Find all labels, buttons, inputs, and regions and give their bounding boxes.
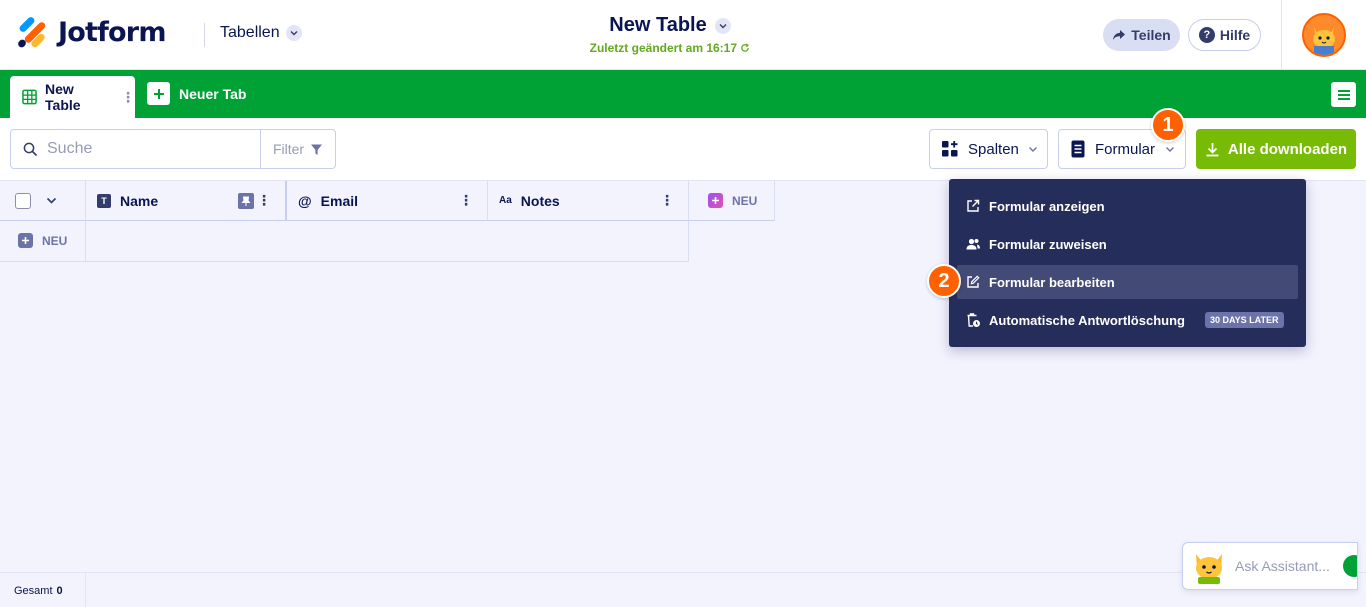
assistant-avatar-icon xyxy=(1196,554,1222,584)
long-text-type-icon: Aa xyxy=(499,195,512,206)
row-total: Gesamt 0 xyxy=(0,573,86,607)
select-all-checkbox[interactable] xyxy=(15,192,31,209)
assistant-toggle-icon[interactable] xyxy=(1343,555,1357,577)
columns-button[interactable]: Spalten xyxy=(929,129,1048,169)
ask-assistant-widget[interactable]: Ask Assistant... xyxy=(1182,542,1358,590)
trash-clock-icon xyxy=(967,313,980,327)
column-header-email[interactable]: @ Email ⋮ xyxy=(287,181,488,221)
header-divider xyxy=(204,23,205,47)
product-switcher[interactable]: Tabellen xyxy=(220,24,302,42)
columns-icon xyxy=(942,141,958,157)
select-all-header xyxy=(0,181,86,221)
column-label: Email xyxy=(320,192,359,209)
step-marker-1: 1 xyxy=(1151,108,1185,142)
last-saved-status: Zuletzt geändert am 16:17 xyxy=(520,41,820,55)
menu-item-auto-deletion[interactable]: Automatische Antwortlöschung 30 DAYS LAT… xyxy=(957,303,1298,337)
total-value: 0 xyxy=(56,584,63,597)
email-type-icon: @ xyxy=(298,192,312,209)
column-menu-icon[interactable]: ⋮ xyxy=(660,193,674,207)
column-header-name[interactable]: T Name ⋮ xyxy=(86,181,287,221)
question-icon: ? xyxy=(1198,27,1215,43)
add-row-label: NEU xyxy=(42,233,68,248)
product-switcher-label: Tabellen xyxy=(220,24,280,41)
brand-name: Jotform xyxy=(58,16,166,48)
text-type-icon: T xyxy=(97,193,111,208)
hamburger-menu-icon[interactable] xyxy=(1331,82,1356,107)
share-arrow-icon xyxy=(1113,30,1126,40)
app-header: Jotform Tabellen New Table Zuletzt geänd… xyxy=(0,0,1366,70)
refresh-icon xyxy=(741,43,750,52)
download-icon xyxy=(1206,142,1219,156)
table-grid-icon xyxy=(22,89,37,105)
form-icon xyxy=(1071,140,1085,158)
add-row-button[interactable]: NEU xyxy=(0,221,86,262)
plus-icon xyxy=(147,82,170,105)
assistant-placeholder: Ask Assistant... xyxy=(1235,558,1330,574)
tab-more-icon[interactable]: ⋮ xyxy=(121,90,135,104)
table-title-area: New Table Zuletzt geändert am 16:17 xyxy=(520,14,820,55)
jotform-logo-icon xyxy=(16,15,48,49)
column-header-notes[interactable]: Aa Notes ⋮ xyxy=(488,181,689,221)
step-marker-2: 2 xyxy=(927,264,961,298)
plus-icon xyxy=(708,193,723,208)
column-menu-icon[interactable]: ⋮ xyxy=(257,193,271,207)
column-label: Name xyxy=(120,192,159,209)
download-all-button[interactable]: Alle downloaden xyxy=(1196,129,1356,169)
jotform-logo[interactable]: Jotform xyxy=(16,15,166,49)
chevron-down-icon xyxy=(285,25,302,41)
column-menu-icon[interactable]: ⋮ xyxy=(459,193,473,207)
header-divider-right xyxy=(1281,0,1282,70)
user-avatar[interactable] xyxy=(1302,13,1346,57)
search-icon xyxy=(23,142,38,157)
add-tab-button[interactable]: Neuer Tab xyxy=(147,82,246,105)
add-column-label: NEU xyxy=(732,193,758,208)
total-label: Gesamt xyxy=(14,584,53,597)
chevron-down-icon[interactable] xyxy=(46,197,57,204)
menu-item-assign-form[interactable]: Formular zuweisen xyxy=(957,227,1298,261)
edit-icon xyxy=(967,275,980,288)
form-dropdown-menu: Formular anzeigen Formular zuweisen Form… xyxy=(949,179,1306,347)
filter-icon xyxy=(311,144,323,155)
search-input[interactable] xyxy=(47,140,247,158)
search-box: Filter xyxy=(10,129,336,169)
external-link-icon xyxy=(967,199,980,212)
filter-button[interactable]: Filter xyxy=(260,130,335,168)
pin-icon[interactable] xyxy=(238,193,254,209)
status-footer: Gesamt 0 xyxy=(0,572,1366,607)
retention-badge: 30 DAYS LATER xyxy=(1204,312,1284,328)
chevron-down-icon xyxy=(1028,146,1037,152)
assign-users-icon xyxy=(966,238,980,250)
menu-item-view-form[interactable]: Formular anzeigen xyxy=(957,189,1298,223)
help-button[interactable]: ? Hilfe xyxy=(1188,19,1261,51)
share-button[interactable]: Teilen xyxy=(1103,19,1180,51)
column-label: Notes xyxy=(520,192,560,209)
title-chevron-down-icon[interactable] xyxy=(714,17,731,34)
chevron-down-icon xyxy=(1166,146,1175,152)
plus-icon xyxy=(18,233,33,248)
table-title[interactable]: New Table xyxy=(609,14,706,37)
empty-row-cells xyxy=(86,221,689,262)
add-column-button[interactable]: NEU xyxy=(689,181,775,221)
tab-new-table[interactable]: New Table ⋮ xyxy=(10,76,135,118)
tab-label: New Table xyxy=(45,81,81,113)
menu-item-edit-form[interactable]: Formular bearbeiten xyxy=(957,265,1298,299)
